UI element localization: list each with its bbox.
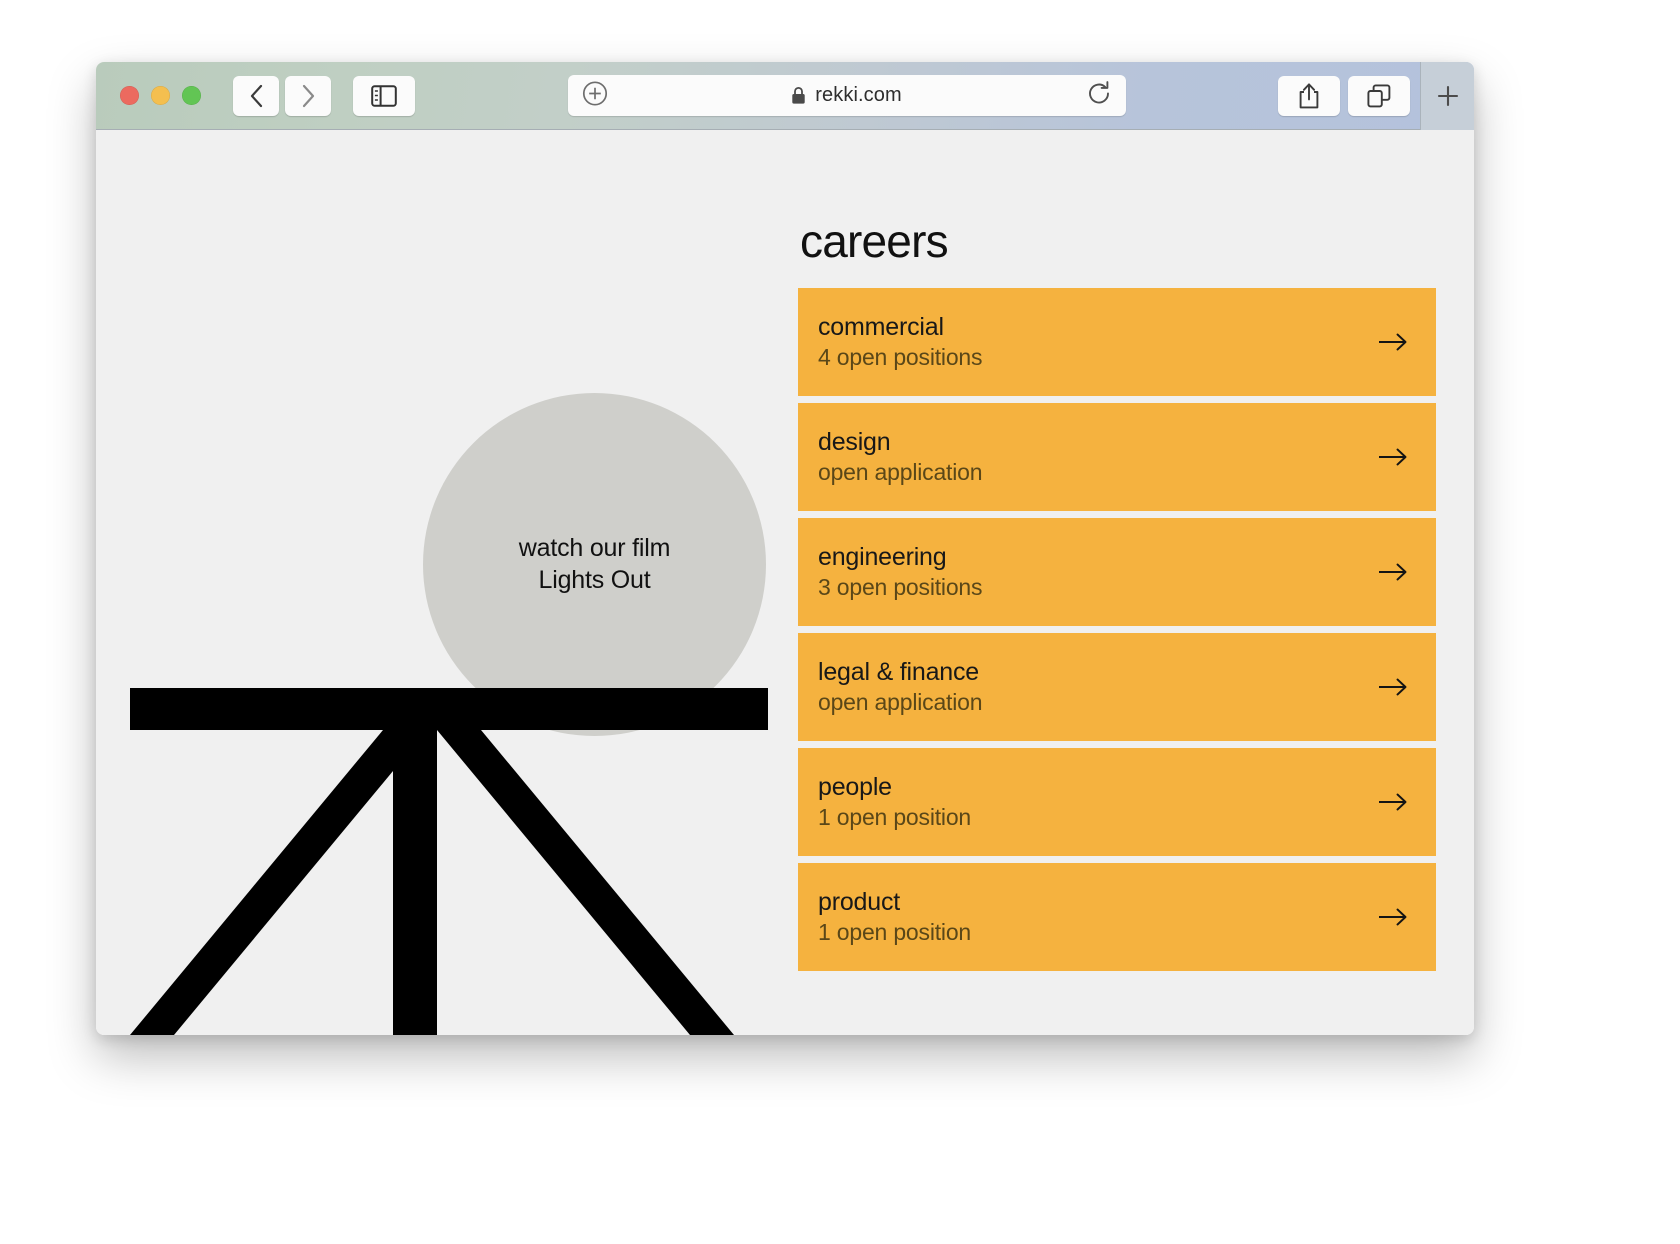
address-bar-content: rekki.com	[791, 84, 902, 107]
career-card-title: legal & finance	[818, 658, 980, 687]
page-content: watch our film Lights Out careers commer…	[96, 130, 1474, 1035]
career-card-legal-finance[interactable]: legal & finance open application	[798, 633, 1436, 741]
career-card-product[interactable]: product 1 open position	[798, 863, 1436, 971]
zoom-window-button[interactable]	[182, 86, 201, 105]
watch-film-line-2: Lights Out	[538, 565, 651, 594]
chevron-right-icon	[302, 84, 314, 107]
sidebar-icon	[371, 84, 397, 107]
browser-window: rekki.com watch our film Lights Out care…	[96, 62, 1474, 1035]
careers-pane: careers commercial 4 open positions desi…	[768, 130, 1474, 1035]
arrow-right-icon	[1379, 563, 1407, 581]
address-bar-area: rekki.com	[441, 75, 1252, 116]
careers-card-list: commercial 4 open positions design open …	[798, 288, 1436, 971]
add-bookmark-button[interactable]	[582, 80, 608, 111]
career-card-people[interactable]: people 1 open position	[798, 748, 1436, 856]
forward-button[interactable]	[285, 75, 331, 116]
reload-icon	[1088, 80, 1109, 103]
close-window-button[interactable]	[120, 86, 139, 105]
career-card-engineering[interactable]: engineering 3 open positions	[798, 518, 1436, 626]
tabs-icon	[1367, 83, 1391, 107]
navigation-button-group	[233, 75, 331, 116]
hero-pane: watch our film Lights Out	[96, 130, 768, 1035]
traffic-light-group	[120, 86, 201, 105]
chevron-left-icon	[250, 84, 262, 107]
address-bar[interactable]: rekki.com	[567, 75, 1126, 116]
share-button[interactable]	[1278, 75, 1340, 116]
lock-icon	[792, 87, 805, 104]
reload-button[interactable]	[1086, 80, 1112, 111]
career-card-title: commercial	[818, 313, 944, 342]
arrow-right-icon	[1379, 448, 1407, 466]
page-title: careers	[800, 215, 949, 267]
arrow-right-icon	[1379, 793, 1407, 811]
career-card-subtitle: 1 open position	[818, 804, 972, 831]
new-tab-button[interactable]	[1420, 62, 1474, 130]
url-text: rekki.com	[815, 84, 902, 106]
career-card-subtitle: 3 open positions	[818, 574, 983, 601]
career-card-subtitle: open application	[818, 459, 983, 486]
career-card-title: people	[818, 773, 892, 802]
rekki-table-logo	[130, 688, 768, 1035]
arrow-right-icon	[1379, 333, 1407, 351]
plus-icon	[1437, 85, 1458, 106]
arrow-right-icon	[1379, 678, 1407, 696]
career-card-subtitle: 1 open position	[818, 919, 972, 946]
toolbar-right-group	[1278, 75, 1410, 116]
career-card-title: engineering	[818, 543, 947, 572]
sidebar-toggle-button[interactable]	[353, 75, 415, 116]
back-button[interactable]	[233, 75, 279, 116]
show-tabs-button[interactable]	[1348, 75, 1410, 116]
career-card-design[interactable]: design open application	[798, 403, 1436, 511]
plus-circle-icon	[582, 80, 607, 106]
career-card-commercial[interactable]: commercial 4 open positions	[798, 288, 1436, 396]
browser-titlebar: rekki.com	[96, 62, 1474, 130]
career-card-title: product	[818, 888, 900, 917]
career-card-title: design	[818, 428, 891, 457]
career-card-subtitle: 4 open positions	[818, 344, 983, 371]
share-icon	[1299, 82, 1319, 108]
minimize-window-button[interactable]	[151, 86, 170, 105]
watch-film-line-1: watch our film	[518, 534, 671, 563]
career-card-subtitle: open application	[818, 689, 983, 716]
arrow-right-icon	[1379, 908, 1407, 926]
